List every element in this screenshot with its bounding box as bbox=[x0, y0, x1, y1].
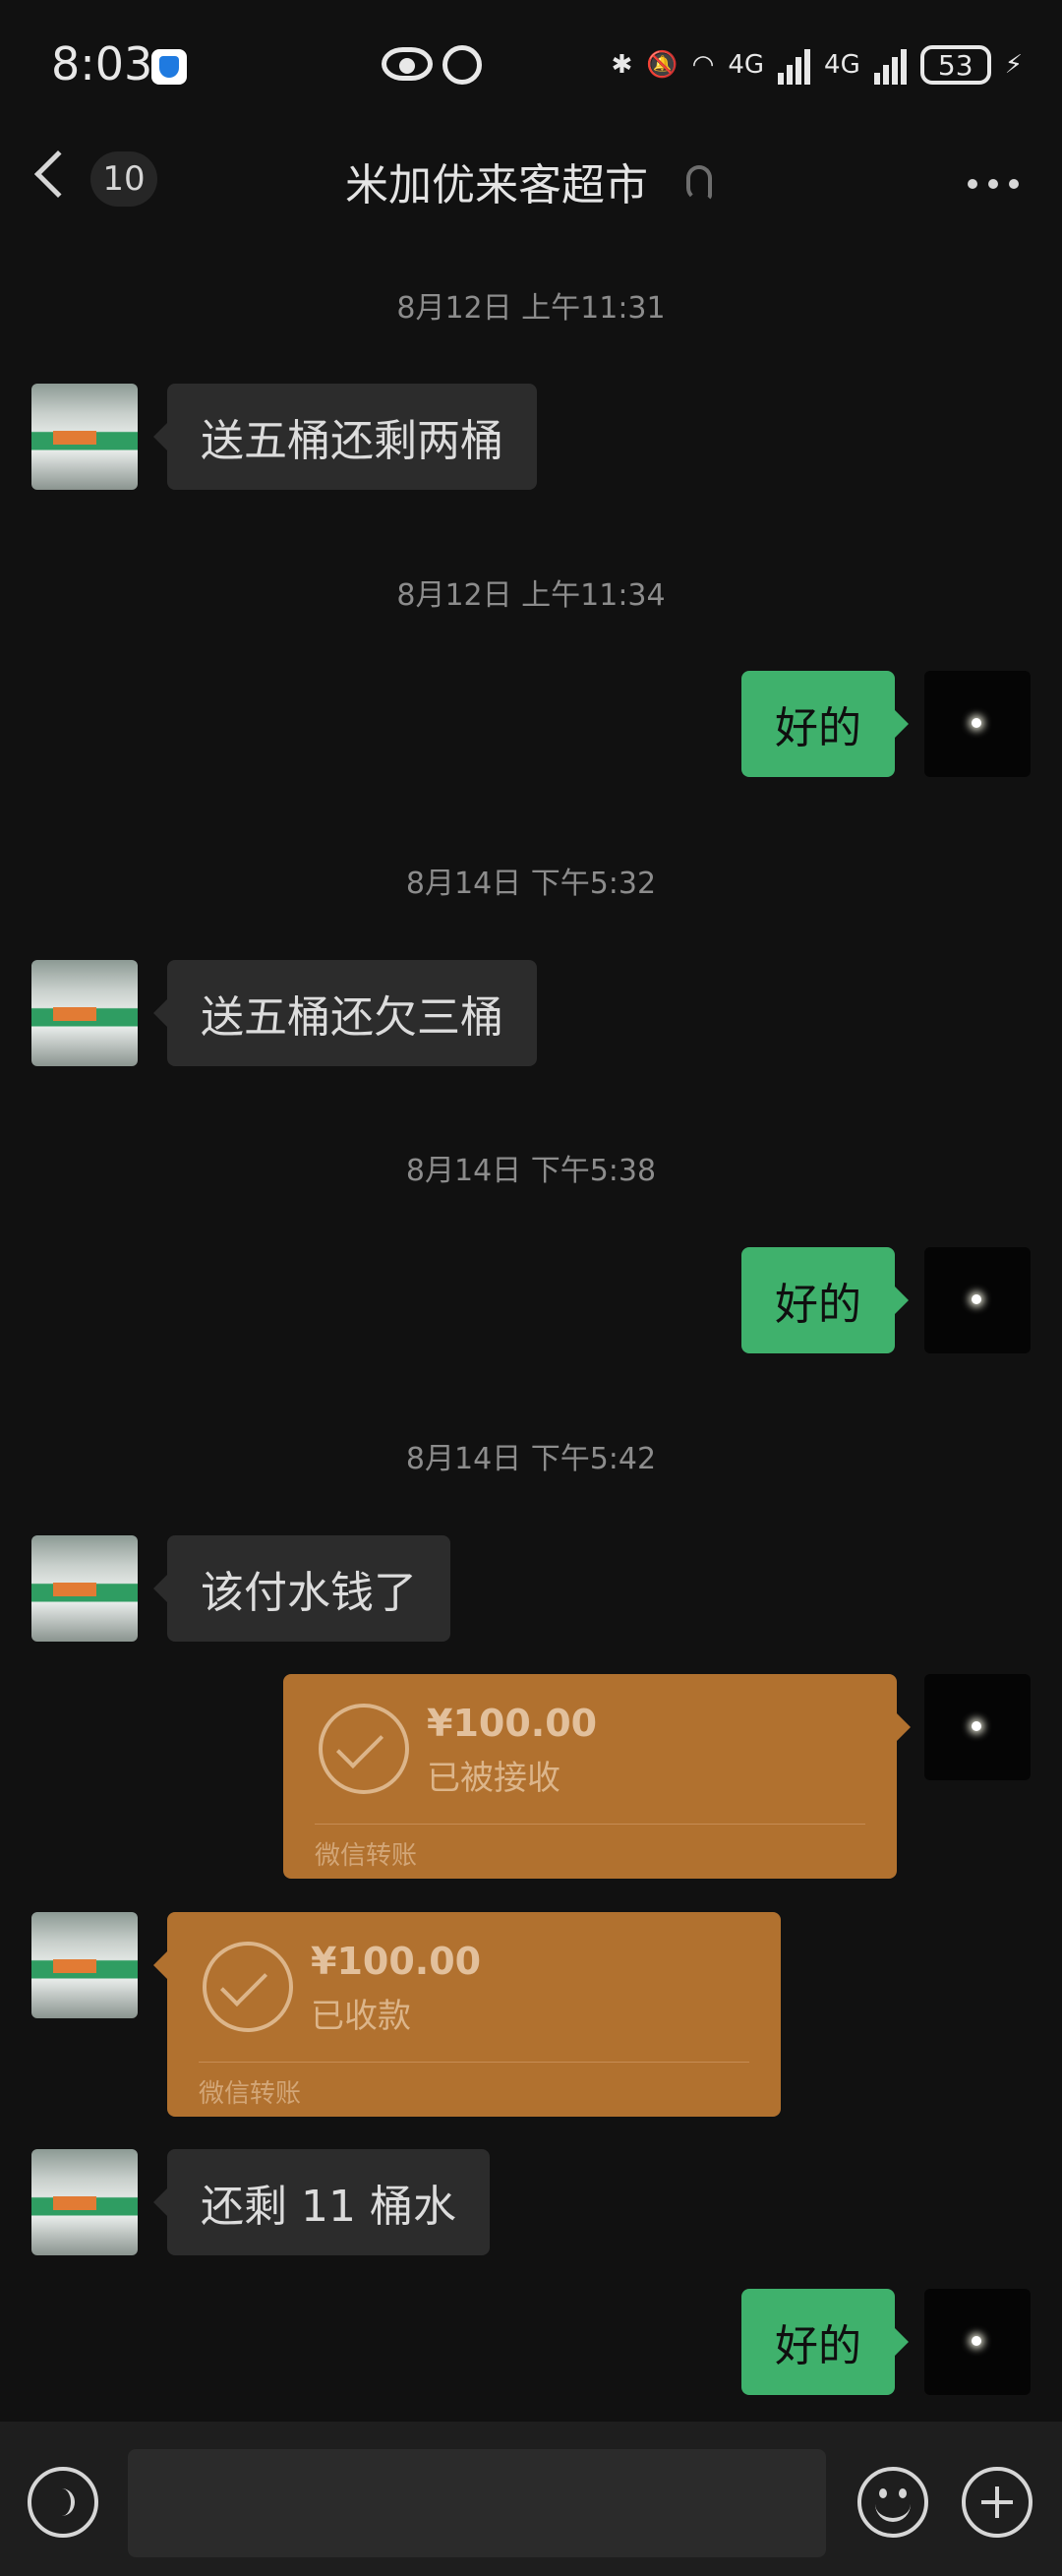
signal-icon bbox=[778, 45, 811, 85]
plus-icon[interactable] bbox=[962, 2467, 1032, 2538]
check-icon bbox=[203, 1942, 293, 2032]
status-time: 8:03 bbox=[51, 37, 153, 90]
eye-icon bbox=[382, 47, 433, 81]
transfer-card-sent[interactable]: ¥100.00 已被接收 微信转账 bbox=[283, 1674, 911, 1879]
contact-avatar[interactable] bbox=[31, 1912, 138, 2018]
contact-avatar[interactable] bbox=[31, 384, 138, 490]
emoji-icon[interactable] bbox=[857, 2467, 928, 2538]
timestamp: 8月12日 上午11:34 bbox=[396, 578, 666, 613]
transfer-amount: ¥100.00 bbox=[311, 1940, 482, 1983]
self-avatar[interactable] bbox=[924, 1247, 1031, 1353]
contact-avatar[interactable] bbox=[31, 1535, 138, 1642]
network-label-1: 4G bbox=[728, 50, 765, 80]
timestamp: 8月14日 下午5:32 bbox=[405, 867, 657, 901]
timestamp: 8月14日 下午5:42 bbox=[405, 1442, 657, 1476]
transfer-label: 微信转账 bbox=[315, 1841, 418, 1871]
voice-icon[interactable] bbox=[28, 2467, 98, 2538]
alarm-icon bbox=[442, 45, 482, 85]
wifi-icon: ◠ bbox=[691, 50, 715, 80]
shield-icon bbox=[151, 49, 187, 85]
mute-icon: 🔕 bbox=[646, 50, 678, 80]
message-input[interactable] bbox=[128, 2449, 826, 2557]
contact-avatar[interactable] bbox=[31, 2149, 138, 2255]
outgoing-message[interactable]: 好的 bbox=[741, 2289, 909, 2395]
transfer-card-received[interactable]: ¥100.00 已收款 微信转账 bbox=[153, 1912, 781, 2117]
input-bar bbox=[0, 2422, 1062, 2576]
check-icon bbox=[319, 1704, 409, 1794]
incoming-message[interactable]: 送五桶还剩两桶 bbox=[153, 384, 537, 490]
timestamp: 8月12日 上午11:31 bbox=[396, 291, 666, 326]
self-avatar[interactable] bbox=[924, 2289, 1031, 2395]
bluetooth-icon: ✱ bbox=[611, 50, 633, 80]
transfer-label: 微信转账 bbox=[199, 2079, 302, 2109]
outgoing-message[interactable]: 好的 bbox=[741, 671, 909, 777]
battery-indicator: 53 bbox=[919, 45, 991, 85]
divider bbox=[315, 1824, 865, 1825]
battery-level: 53 bbox=[937, 48, 974, 82]
chat-title: 米加优来客超市 bbox=[345, 160, 648, 210]
timestamp: 8月14日 下午5:38 bbox=[405, 1154, 657, 1188]
incoming-message[interactable]: 该付水钱了 bbox=[153, 1535, 450, 1642]
signal-icon-2 bbox=[873, 45, 907, 85]
transfer-status: 已被接收 bbox=[427, 1759, 560, 1798]
ear-icon bbox=[686, 165, 712, 201]
network-label-2: 4G bbox=[824, 50, 860, 80]
incoming-message[interactable]: 还剩 11 桶水 bbox=[153, 2149, 490, 2255]
incoming-message[interactable]: 送五桶还欠三桶 bbox=[153, 960, 537, 1066]
contact-avatar[interactable] bbox=[31, 960, 138, 1066]
charging-icon: ⚡ bbox=[1004, 50, 1023, 80]
self-avatar[interactable] bbox=[924, 1674, 1031, 1780]
chat-header: 10 米加优来客超市 bbox=[0, 128, 1062, 238]
self-avatar[interactable] bbox=[924, 671, 1031, 777]
system-icons: ✱ 🔕 ◠ 4G 4G 53 ⚡ bbox=[611, 41, 1023, 89]
status-bar: 8:03 ✱ 🔕 ◠ 4G 4G 53 ⚡ bbox=[0, 0, 1062, 128]
divider bbox=[199, 2062, 749, 2063]
transfer-status: 已收款 bbox=[311, 1997, 411, 2036]
outgoing-message[interactable]: 好的 bbox=[741, 1247, 909, 1353]
more-icon[interactable] bbox=[968, 179, 1019, 189]
transfer-amount: ¥100.00 bbox=[427, 1702, 598, 1745]
